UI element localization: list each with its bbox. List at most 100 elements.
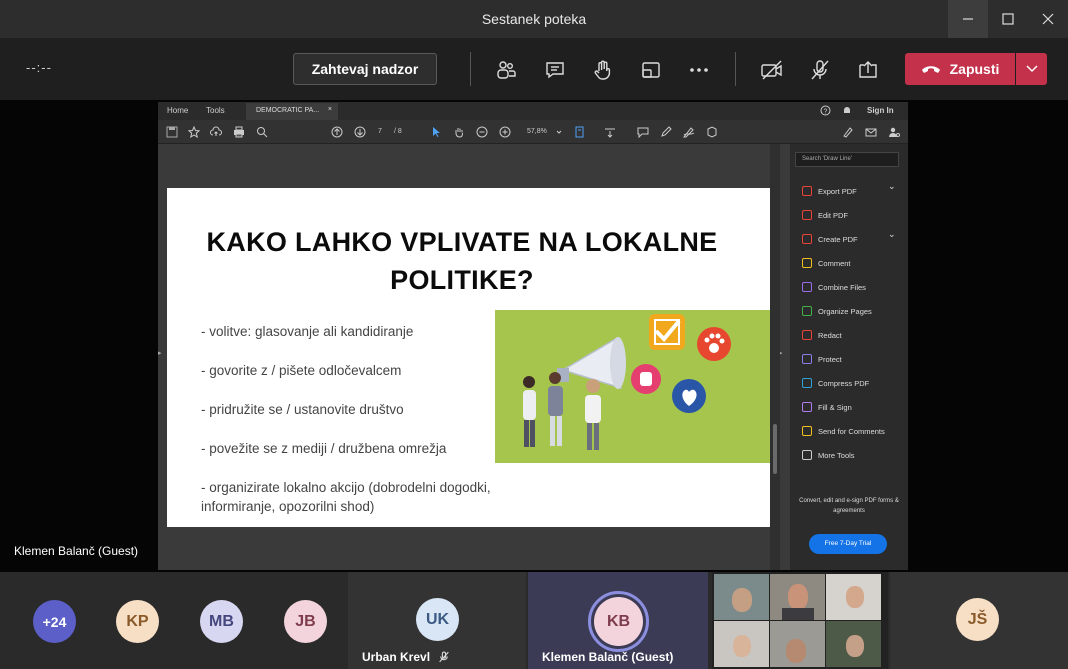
tool-fill-sign[interactable]: Fill & Sign <box>802 400 852 414</box>
document-tab[interactable]: DEMOCRATIC PA... × <box>246 103 338 120</box>
close-icon <box>1042 13 1054 25</box>
request-control-button[interactable]: Zahtevaj nadzor <box>293 53 437 85</box>
tool-label: Send for Comments <box>818 426 885 436</box>
save-icon[interactable] <box>166 126 178 138</box>
tool-label: Edit PDF <box>818 210 849 220</box>
close-tab-icon[interactable]: × <box>328 106 332 113</box>
collapse-right-panel-icon[interactable]: ▸ <box>779 349 787 363</box>
zoom-dropdown-icon[interactable] <box>553 126 565 138</box>
zoom-in-icon[interactable] <box>499 126 511 138</box>
toolbar-divider <box>735 52 736 86</box>
free-trial-button[interactable]: Free 7-Day Trial <box>809 534 887 554</box>
highlight-pen-icon[interactable] <box>660 126 672 138</box>
tool-protect[interactable]: Protect <box>802 352 842 366</box>
tool-comment[interactable]: Comment <box>802 256 851 270</box>
menu-tools[interactable]: Tools <box>206 106 225 115</box>
scrollbar-thumb[interactable] <box>773 424 777 474</box>
share-screen-icon[interactable] <box>854 56 882 84</box>
page-display-icon[interactable] <box>574 126 586 138</box>
vertical-scrollbar[interactable] <box>770 144 780 570</box>
previous-page-icon[interactable] <box>331 126 343 138</box>
tool-label: Compress PDF <box>818 378 870 388</box>
next-page-icon[interactable] <box>354 126 366 138</box>
upload-cloud-icon[interactable] <box>210 126 222 138</box>
share-user-icon[interactable] <box>888 126 900 138</box>
participant-avatar[interactable]: MB <box>200 600 243 643</box>
zoom-search-icon[interactable] <box>256 126 268 138</box>
tool-label: Fill & Sign <box>818 402 852 412</box>
camera-off-icon[interactable] <box>758 56 786 84</box>
svg-text:?: ? <box>824 109 828 116</box>
stamp-icon[interactable] <box>706 126 718 138</box>
page-number-input[interactable]: 7 <box>378 128 382 135</box>
leave-button[interactable]: Zapusti <box>905 53 1015 85</box>
tool-combine-files[interactable]: Combine Files <box>802 280 866 294</box>
participant-tile-klemen[interactable]: KB Klemen Balanč (Guest) <box>528 572 708 669</box>
participant-tile-js[interactable]: JŠ <box>890 572 1068 669</box>
participant-avatar[interactable]: KP <box>116 600 159 643</box>
acrobat-menu-bar: Home Tools DEMOCRATIC PA... × ? Sign In <box>158 102 908 120</box>
tools-search-input[interactable]: Search 'Draw Line' <box>795 152 899 167</box>
slide-bullet: - volitve: glasovanje ali kandidiranje <box>201 324 414 339</box>
video-gallery-tile[interactable] <box>712 572 888 669</box>
mic-off-icon <box>439 651 449 663</box>
participant-strip: +24 KP MB JB UK Urban Krevl KB Klemen Ba… <box>0 572 1068 669</box>
more-options-icon[interactable] <box>685 56 713 84</box>
hand-tool-icon[interactable] <box>453 126 465 138</box>
email-icon[interactable] <box>865 126 877 138</box>
leave-options-button[interactable] <box>1016 53 1047 85</box>
draw-line-icon[interactable] <box>683 126 695 138</box>
tool-create-pdf[interactable]: Create PDF ⌄ <box>802 229 896 246</box>
breakout-rooms-icon[interactable] <box>637 56 665 84</box>
slide-title-line2: POLITIKE? <box>390 265 534 295</box>
megaphone-illustration <box>495 310 771 463</box>
notification-bell-icon[interactable] <box>842 105 852 116</box>
document-viewport[interactable]: ▸ KAKO LAHKO VPLIVATE NA LOKALNE POLITIK… <box>158 144 788 570</box>
minimize-button[interactable] <box>948 0 988 38</box>
help-icon[interactable]: ? <box>820 105 831 116</box>
participants-icon[interactable] <box>492 56 520 84</box>
tool-label: Combine Files <box>818 282 866 292</box>
tool-icon <box>802 306 812 316</box>
tool-icon <box>802 258 812 268</box>
sign-in-link[interactable]: Sign In <box>867 106 894 115</box>
chevron-down-icon <box>1025 65 1038 73</box>
tool-icon <box>802 210 812 220</box>
tool-send-for-comments[interactable]: Send for Comments <box>802 424 885 438</box>
chevron-down-icon[interactable]: ⌄ <box>888 181 896 192</box>
menu-home[interactable]: Home <box>167 106 188 115</box>
more-participants-button[interactable]: +24 <box>33 600 76 643</box>
raise-hand-icon[interactable] <box>589 56 617 84</box>
select-cursor-icon[interactable] <box>430 126 442 138</box>
participant-name-row: Urban Krevl <box>362 650 450 664</box>
meeting-timer: --:-- <box>26 60 52 75</box>
zoom-out-icon[interactable] <box>476 126 488 138</box>
scroll-mode-icon[interactable] <box>604 126 616 138</box>
tool-label: Create PDF <box>818 234 858 244</box>
window-title: Sestanek poteka <box>481 11 587 27</box>
tool-more-tools[interactable]: More Tools <box>802 448 855 462</box>
slide-bullet: - pridružite se / ustanovite društvo <box>201 402 404 417</box>
tool-label: Comment <box>818 258 851 268</box>
tool-edit-pdf[interactable]: Edit PDF <box>802 208 848 222</box>
zoom-level-select[interactable]: 57,8% <box>527 128 547 135</box>
print-icon[interactable] <box>233 126 245 138</box>
mic-off-icon[interactable] <box>806 56 834 84</box>
tool-export-pdf[interactable]: Export PDF ⌄ <box>802 181 896 198</box>
maximize-button[interactable] <box>988 0 1028 38</box>
participant-tile-urban[interactable]: UK Urban Krevl <box>348 572 526 669</box>
tool-redact[interactable]: Redact <box>802 328 842 342</box>
fill-sign-pen-icon[interactable] <box>842 126 854 138</box>
close-window-button[interactable] <box>1028 0 1068 38</box>
tool-compress-pdf[interactable]: Compress PDF <box>802 376 869 390</box>
comment-tool-icon[interactable] <box>637 126 649 138</box>
participant-avatar[interactable]: JB <box>284 600 327 643</box>
minimize-icon <box>963 18 973 20</box>
page-total: / 8 <box>394 128 402 135</box>
presentation-slide: KAKO LAHKO VPLIVATE NA LOKALNE POLITIKE?… <box>167 188 771 527</box>
chevron-down-icon[interactable]: ⌄ <box>888 229 896 240</box>
bookmark-star-icon[interactable] <box>188 126 200 138</box>
collapse-left-panel-icon[interactable]: ▸ <box>158 349 163 363</box>
chat-icon[interactable] <box>541 56 569 84</box>
tool-organize-pages[interactable]: Organize Pages <box>802 304 872 318</box>
